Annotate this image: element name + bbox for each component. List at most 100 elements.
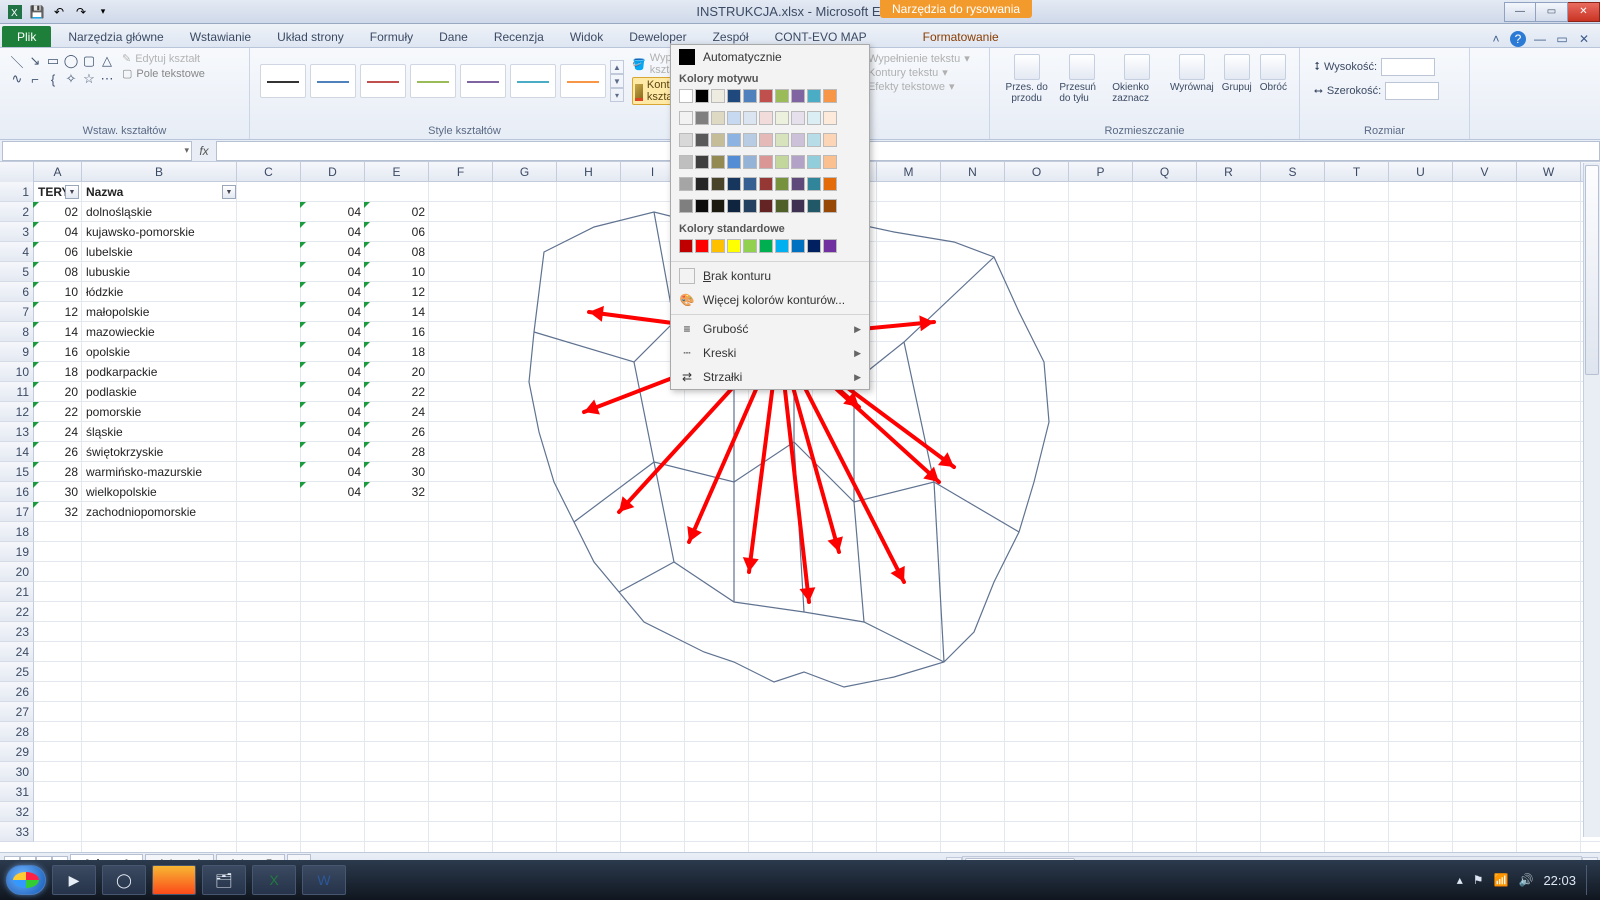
cell[interactable]: łódzkie xyxy=(82,282,237,302)
cell[interactable]: 32 xyxy=(365,482,429,502)
tab-home[interactable]: Narzędzia główne xyxy=(55,26,176,47)
color-swatch[interactable] xyxy=(727,239,741,253)
color-swatch[interactable] xyxy=(759,239,773,253)
color-swatch[interactable] xyxy=(791,89,805,103)
cell[interactable]: 04 xyxy=(301,302,365,322)
color-swatch[interactable] xyxy=(775,155,789,169)
color-swatch[interactable] xyxy=(727,177,741,191)
row-header[interactable]: 11 xyxy=(0,382,34,402)
row-header[interactable]: 13 xyxy=(0,422,34,442)
style-preset[interactable] xyxy=(560,64,606,98)
cell[interactable]: kujawsko-pomorskie xyxy=(82,222,237,242)
align-button[interactable]: Wyrównaj xyxy=(1166,52,1218,95)
color-swatch[interactable] xyxy=(823,89,837,103)
cell[interactable]: 04 xyxy=(301,482,365,502)
gallery-more-icon[interactable]: ▾ xyxy=(610,88,624,102)
cell[interactable]: 12 xyxy=(34,302,82,322)
color-swatch[interactable] xyxy=(743,111,757,125)
shape-style-gallery[interactable]: ▲ ▼ ▾ xyxy=(258,52,626,110)
color-swatch[interactable] xyxy=(807,239,821,253)
text-box-button[interactable]: ▢Pole tekstowe xyxy=(122,67,205,80)
tray-volume-icon[interactable]: 🔊 xyxy=(1519,873,1534,887)
taskbar-explorer[interactable]: 🗂 xyxy=(202,865,246,895)
row-header[interactable]: 27 xyxy=(0,702,34,722)
row-header[interactable]: 18 xyxy=(0,522,34,542)
cell[interactable]: 28 xyxy=(365,442,429,462)
cell[interactable]: 04 xyxy=(301,402,365,422)
column-header[interactable]: Q xyxy=(1133,162,1197,182)
send-backward-button[interactable]: Przesuń do tyłu xyxy=(1055,52,1108,106)
color-swatch[interactable] xyxy=(823,111,837,125)
cell[interactable]: warmińsko-mazurskie xyxy=(82,462,237,482)
cell[interactable]: 04 xyxy=(301,362,365,382)
formula-input[interactable] xyxy=(216,141,1600,161)
cell[interactable]: 22 xyxy=(34,402,82,422)
column-header[interactable]: H xyxy=(557,162,621,182)
vertical-scrollbar[interactable] xyxy=(1583,163,1600,837)
cell[interactable]: 04 xyxy=(301,242,365,262)
color-swatch[interactable] xyxy=(823,177,837,191)
style-preset[interactable] xyxy=(410,64,456,98)
row-header[interactable]: 32 xyxy=(0,802,34,822)
color-swatch[interactable] xyxy=(727,89,741,103)
color-swatch[interactable] xyxy=(711,89,725,103)
row-header[interactable]: 5 xyxy=(0,262,34,282)
color-swatch[interactable] xyxy=(823,133,837,147)
undo-icon[interactable]: ↶ xyxy=(50,3,68,21)
row-header[interactable]: 25 xyxy=(0,662,34,682)
color-swatch[interactable] xyxy=(807,155,821,169)
cell[interactable]: 18 xyxy=(34,362,82,382)
width-input[interactable] xyxy=(1385,82,1439,100)
row-header[interactable]: 31 xyxy=(0,782,34,802)
column-header[interactable]: G xyxy=(493,162,557,182)
color-swatch[interactable] xyxy=(791,239,805,253)
color-swatch[interactable] xyxy=(775,239,789,253)
color-swatch[interactable] xyxy=(711,239,725,253)
color-swatch[interactable] xyxy=(775,89,789,103)
shape-gallery[interactable]: ＼ ↘ ▭ ◯ ▢ △ ∿ ⌐ { ✧ ☆ ⋯ xyxy=(8,52,116,88)
gallery-up-icon[interactable]: ▲ xyxy=(610,60,624,74)
cell[interactable]: 18 xyxy=(365,342,429,362)
cell[interactable]: podkarpackie xyxy=(82,362,237,382)
row-header[interactable]: 33 xyxy=(0,822,34,842)
shape-roundrect-icon[interactable]: ▢ xyxy=(80,52,98,70)
style-preset[interactable] xyxy=(510,64,556,98)
save-icon[interactable]: 💾 xyxy=(28,3,46,21)
cell[interactable]: 20 xyxy=(365,362,429,382)
color-swatch[interactable] xyxy=(775,199,789,213)
shape-curve-icon[interactable]: ∿ xyxy=(8,70,26,88)
cell[interactable]: 32 xyxy=(34,502,82,522)
tab-format[interactable]: Formatowanie xyxy=(910,26,1012,47)
cell[interactable]: 06 xyxy=(34,242,82,262)
cell[interactable]: 20 xyxy=(34,382,82,402)
cell[interactable]: 24 xyxy=(34,422,82,442)
show-desktop-button[interactable] xyxy=(1586,865,1594,895)
cell[interactable]: 04 xyxy=(301,202,365,222)
cell[interactable]: świętokrzyskie xyxy=(82,442,237,462)
column-header[interactable]: D xyxy=(301,162,365,182)
taskbar-app[interactable] xyxy=(152,865,196,895)
taskbar-clock[interactable]: 22:03 xyxy=(1543,873,1576,888)
color-swatch[interactable] xyxy=(807,89,821,103)
color-swatch[interactable] xyxy=(791,177,805,191)
column-header[interactable]: C xyxy=(237,162,301,182)
column-header[interactable]: F xyxy=(429,162,493,182)
color-swatch[interactable] xyxy=(759,177,773,191)
color-swatch[interactable] xyxy=(743,133,757,147)
cell[interactable]: opolskie xyxy=(82,342,237,362)
shape-arrow-icon[interactable]: ↘ xyxy=(26,52,44,70)
color-swatch[interactable] xyxy=(807,199,821,213)
row-header[interactable]: 9 xyxy=(0,342,34,362)
height-input[interactable] xyxy=(1381,58,1435,76)
cell[interactable]: 02 xyxy=(34,202,82,222)
row-header[interactable]: 28 xyxy=(0,722,34,742)
color-swatch[interactable] xyxy=(679,133,693,147)
color-swatch[interactable] xyxy=(743,199,757,213)
style-preset[interactable] xyxy=(310,64,356,98)
column-header[interactable]: U xyxy=(1389,162,1453,182)
color-swatch[interactable] xyxy=(823,155,837,169)
column-header[interactable]: N xyxy=(941,162,1005,182)
rotate-button[interactable]: Obróć xyxy=(1256,52,1291,95)
cell[interactable]: 04 xyxy=(301,262,365,282)
color-swatch[interactable] xyxy=(727,199,741,213)
